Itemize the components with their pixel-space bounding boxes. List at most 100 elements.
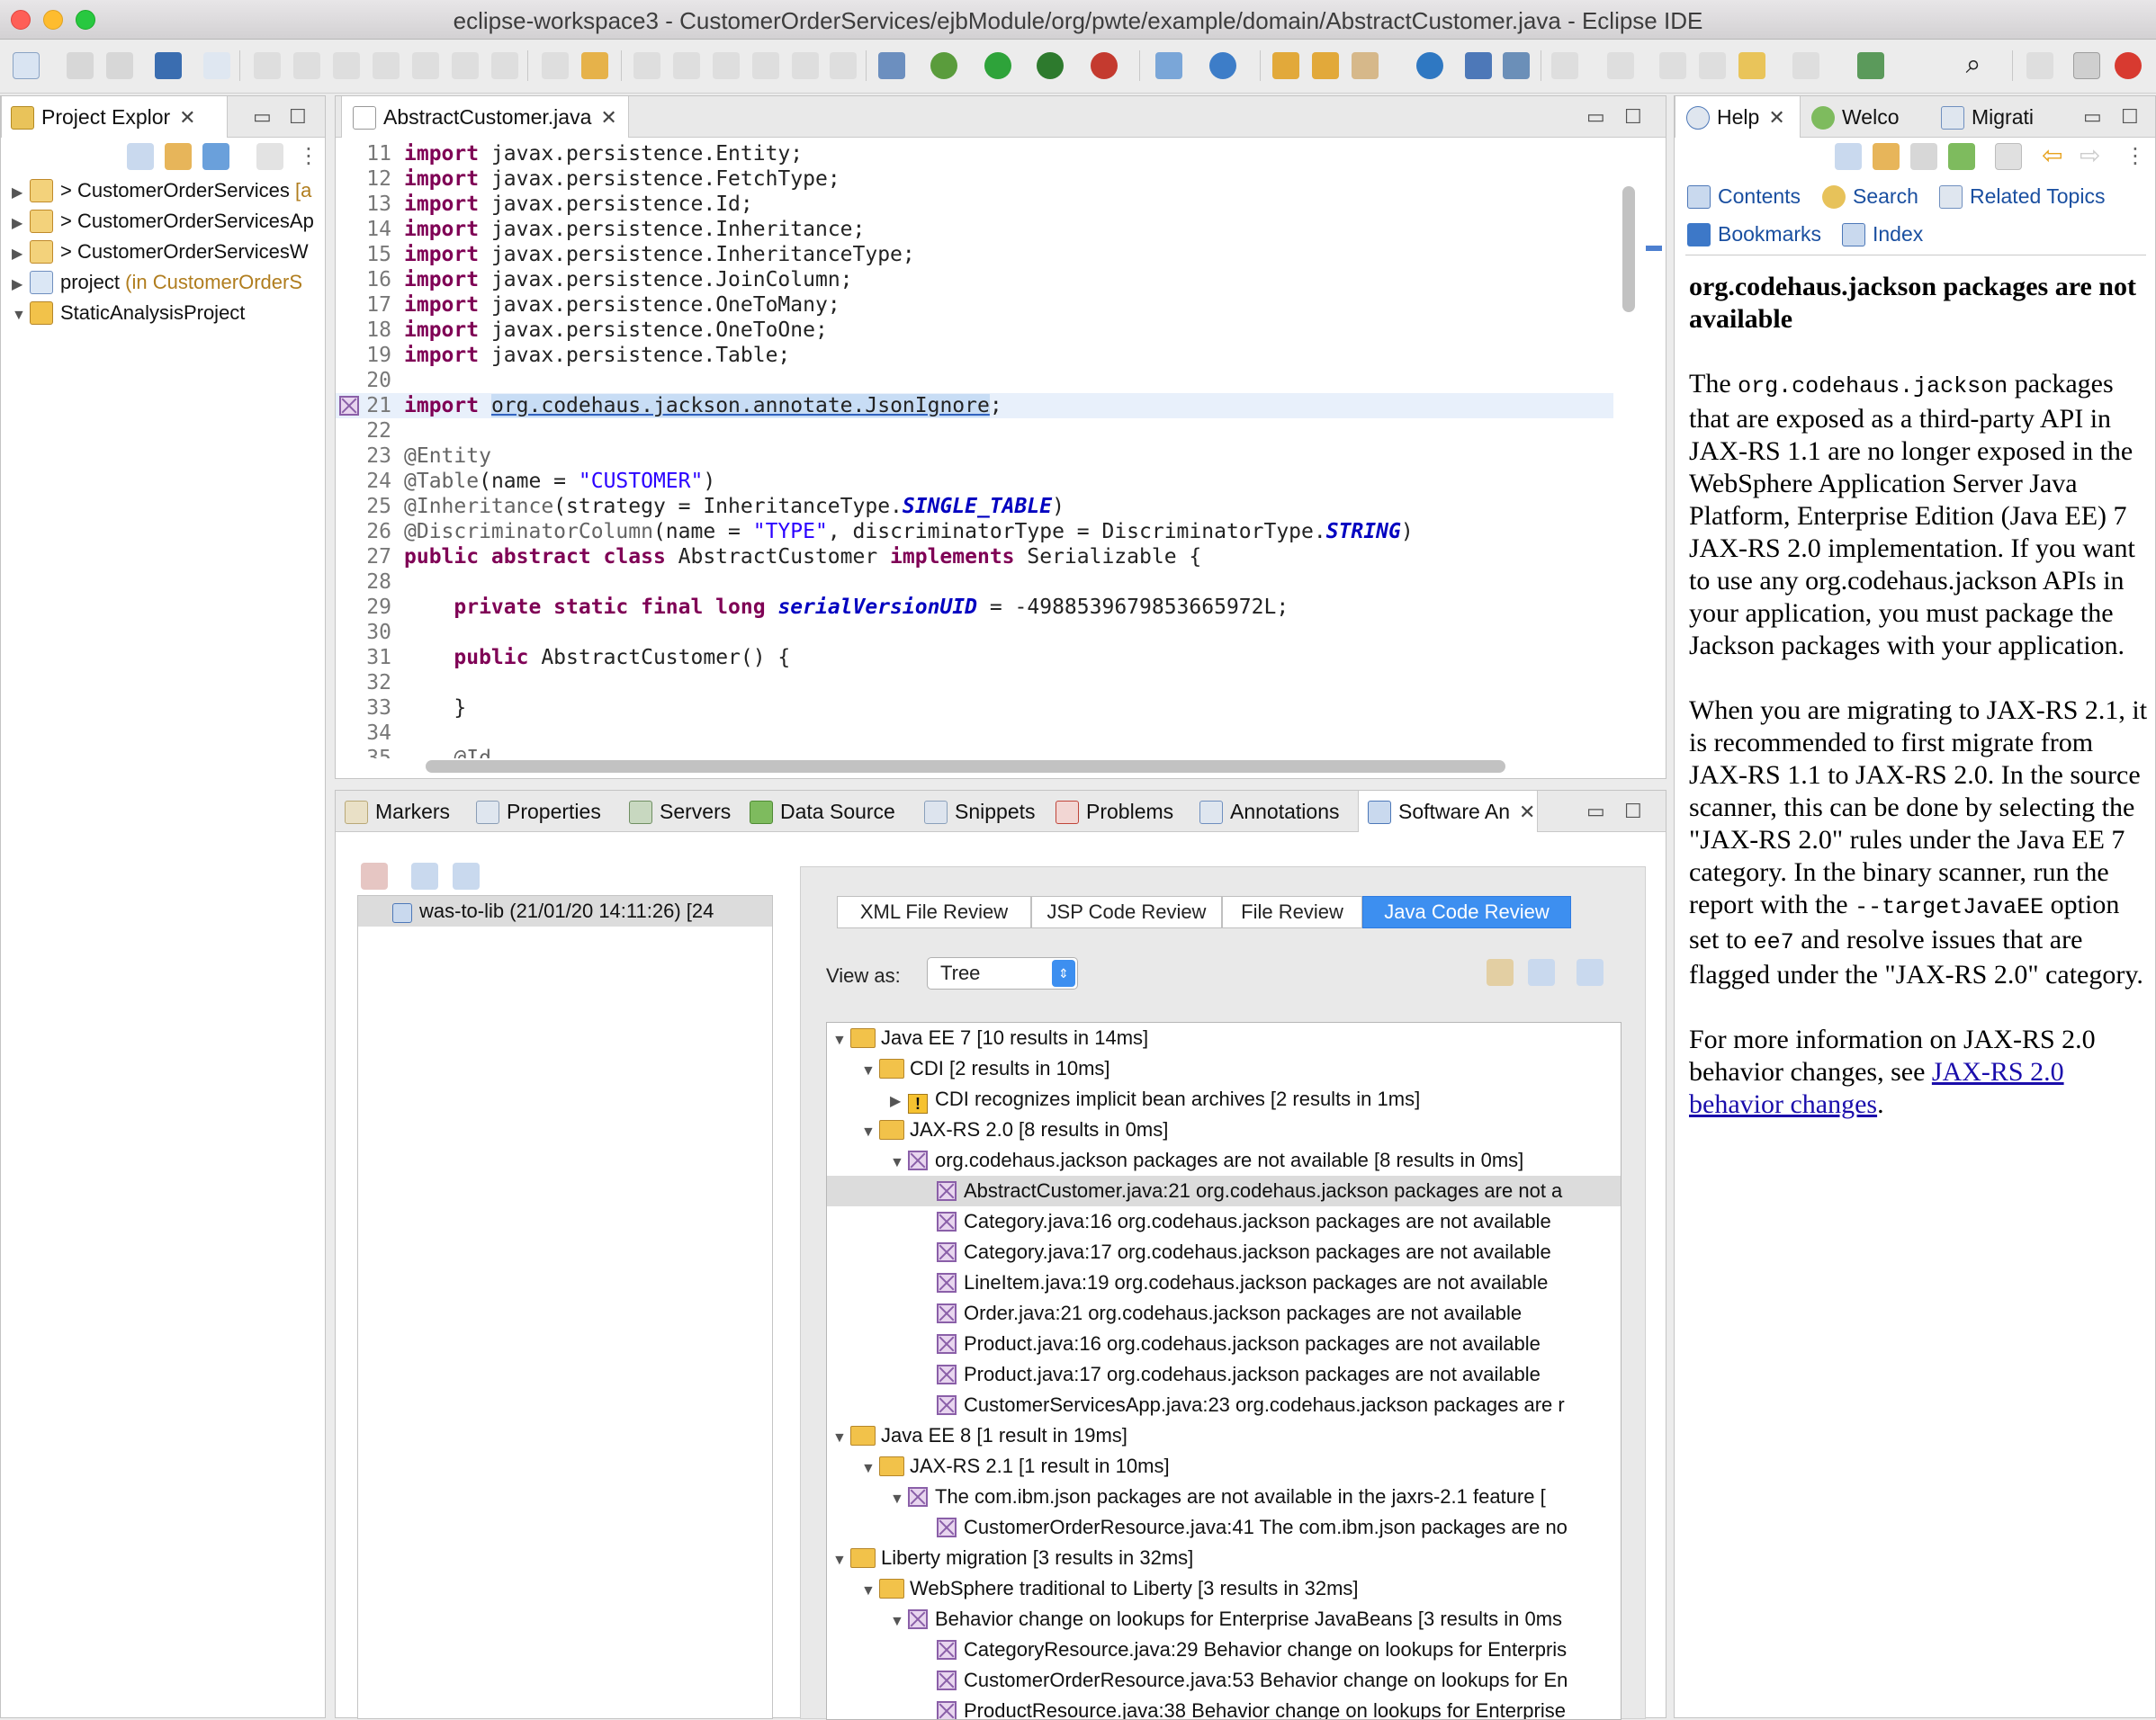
back-arrow-icon[interactable]: ⇦ <box>2042 143 2069 170</box>
result-row[interactable]: Order.java:21 org.codehaus.jackson packa… <box>827 1298 1621 1329</box>
result-row[interactable]: ▼ Behavior change on lookups for Enterpri… <box>827 1604 1621 1635</box>
edit-icon[interactable] <box>673 52 700 79</box>
terminate-icon[interactable] <box>333 52 360 79</box>
result-row[interactable]: ▼ WebSphere traditional to Liberty [3 res… <box>827 1573 1621 1604</box>
minimize-view-icon[interactable]: ▭ <box>1586 800 1605 823</box>
forward-arrow-icon[interactable]: ⇨ <box>2080 143 2107 170</box>
export-results-icon[interactable] <box>411 863 438 890</box>
open-perspective-icon[interactable] <box>2026 52 2053 79</box>
import-results-icon[interactable] <box>453 863 480 890</box>
next-edit-icon[interactable] <box>1551 52 1578 79</box>
result-row[interactable]: CustomerOrderResource.java:41 The com.ib… <box>827 1512 1621 1543</box>
chevron-down-icon[interactable]: ▼ <box>861 1454 879 1482</box>
tab-xml-file-review[interactable]: XML File Review <box>837 896 1031 928</box>
result-row[interactable]: CategoryResource.java:29 Behavior change… <box>827 1635 1621 1665</box>
tab-data-source[interactable]: Data Source <box>750 791 895 832</box>
tab-java-code-review[interactable]: Java Code Review <box>1362 896 1571 928</box>
result-row[interactable]: ▼ CDI [2 results in 10ms] <box>827 1053 1621 1084</box>
tab-software-analyzer[interactable]: Software An ✕ <box>1358 791 1538 832</box>
result-row[interactable]: ▼ JAX-RS 2.1 [1 result in 10ms] <box>827 1451 1621 1482</box>
expand-all-icon[interactable] <box>1487 959 1514 986</box>
result-row[interactable]: Product.java:17 org.codehaus.jackson pac… <box>827 1359 1621 1390</box>
view-menu-icon[interactable]: ⋮ <box>2125 143 2152 170</box>
open-type-icon[interactable] <box>633 52 660 79</box>
coverage-icon[interactable] <box>1037 52 1064 79</box>
tab-file-review[interactable]: File Review <box>1222 896 1362 928</box>
result-row[interactable]: CustomerServicesApp.java:23 org.codehaus… <box>827 1390 1621 1420</box>
result-row[interactable]: ▼ The com.ibm.json packages are not avail… <box>827 1482 1621 1512</box>
open-project-icon[interactable] <box>1312 52 1339 79</box>
project-item[interactable]: ▶ > CustomerOrderServices [a <box>12 175 325 206</box>
debug-icon[interactable] <box>930 52 957 79</box>
web-service-icon[interactable] <box>1209 52 1236 79</box>
minimize-view-icon[interactable]: ▭ <box>2083 105 2102 129</box>
tab-jsp-code-review[interactable]: JSP Code Review <box>1031 896 1222 928</box>
project-item[interactable]: ▶ > CustomerOrderServicesAp <box>12 206 325 237</box>
close-icon[interactable]: ✕ <box>1768 106 1784 129</box>
run-icon[interactable] <box>984 52 1011 79</box>
history-entry[interactable]: was-to-lib (21/01/20 14:11:26) [24 <box>358 896 772 927</box>
horizontal-scrollbar[interactable] <box>426 760 1505 773</box>
overview-ruler-marker[interactable] <box>1646 246 1662 251</box>
print-icon[interactable] <box>1910 143 1937 170</box>
new-server-icon[interactable] <box>1155 52 1182 79</box>
tab-welcome[interactable]: Welco <box>1811 96 1900 138</box>
chevron-down-icon[interactable]: ▼ <box>890 1148 908 1176</box>
result-row[interactable]: ▼ JAX-RS 2.0 [8 results in 0ms] <box>827 1115 1621 1145</box>
previous-edit-icon[interactable] <box>1607 52 1634 79</box>
close-icon[interactable]: ✕ <box>1519 801 1535 823</box>
paragraph-icon[interactable] <box>830 52 857 79</box>
code-editor[interactable]: 11 import javax.persistence.Entity; 12 imp… <box>336 138 1613 794</box>
close-icon[interactable]: ✕ <box>600 106 616 129</box>
chevron-down-icon[interactable]: ▼ <box>861 1117 879 1145</box>
forward-history-icon[interactable] <box>1699 52 1726 79</box>
maximize-view-icon[interactable]: ☐ <box>2121 105 2139 129</box>
link-editor-icon[interactable] <box>165 143 192 170</box>
step-into-icon[interactable] <box>412 52 439 79</box>
search-icon[interactable]: ⌕ <box>1960 51 1987 79</box>
tab-snippets[interactable]: Snippets <box>924 791 1036 832</box>
tab-servers[interactable]: Servers <box>629 791 731 832</box>
block-selection-icon[interactable] <box>752 52 779 79</box>
minimize-view-icon[interactable]: ▭ <box>253 105 272 129</box>
focus-icon[interactable] <box>256 143 283 170</box>
step-return-icon[interactable] <box>491 52 518 79</box>
result-row[interactable]: LineItem.java:19 org.codehaus.jackson pa… <box>827 1268 1621 1298</box>
search-task-icon[interactable] <box>713 52 740 79</box>
chevron-right-icon[interactable]: ▶ <box>890 1087 908 1115</box>
disconnect-icon[interactable] <box>373 52 400 79</box>
tab-project-explorer[interactable]: Project Explor ✕ <box>1 96 228 138</box>
chevron-down-icon[interactable]: ▼ <box>832 1423 850 1451</box>
vertical-scrollbar[interactable] <box>1622 186 1635 312</box>
save-all-icon[interactable] <box>106 52 133 79</box>
project-item[interactable]: ▼ StaticAnalysisProject <box>12 298 325 328</box>
result-row[interactable]: ▼ Liberty migration [3 results in 32ms] <box>827 1543 1621 1573</box>
tab-markers[interactable]: Markers <box>345 791 450 832</box>
project-item[interactable]: ▶ project (in CustomerOrderS <box>12 267 325 298</box>
whitespace-icon[interactable] <box>792 52 819 79</box>
resume-icon[interactable] <box>254 52 281 79</box>
next-annotation-icon[interactable] <box>581 52 608 79</box>
forward-icon[interactable] <box>1792 52 1819 79</box>
chevron-down-icon[interactable]: ▼ <box>890 1607 908 1635</box>
terminal-icon[interactable] <box>155 52 182 79</box>
chevron-down-icon[interactable]: ▼ <box>861 1056 879 1084</box>
tab-help[interactable]: Help ✕ <box>1675 96 1801 138</box>
help-search-link[interactable]: Search <box>1822 184 1918 209</box>
show-in-contents-icon[interactable] <box>1835 143 1862 170</box>
minimize-view-icon[interactable]: ▭ <box>1586 105 1605 129</box>
result-row[interactable]: ▶! CDI recognizes implicit bean archives … <box>827 1084 1621 1115</box>
deploy-icon[interactable] <box>878 52 905 79</box>
back-history-icon[interactable] <box>1659 52 1686 79</box>
result-row[interactable]: ProductResource.java:38 Behavior change … <box>827 1696 1621 1719</box>
quick-fix-icon[interactable] <box>1528 959 1555 986</box>
tab-properties[interactable]: Properties <box>476 791 601 832</box>
chevron-down-icon[interactable]: ▼ <box>890 1484 908 1512</box>
suspend-icon[interactable] <box>293 52 320 79</box>
result-row[interactable]: ▼ Java EE 7 [10 results in 14ms] <box>827 1023 1621 1053</box>
delete-history-icon[interactable] <box>361 863 388 890</box>
bookmark-add-icon[interactable] <box>1948 143 1975 170</box>
result-row[interactable]: Category.java:17 org.codehaus.jackson pa… <box>827 1237 1621 1268</box>
help-bookmarks-link[interactable]: Bookmarks <box>1687 222 1821 246</box>
error-marker-icon[interactable] <box>339 396 359 416</box>
